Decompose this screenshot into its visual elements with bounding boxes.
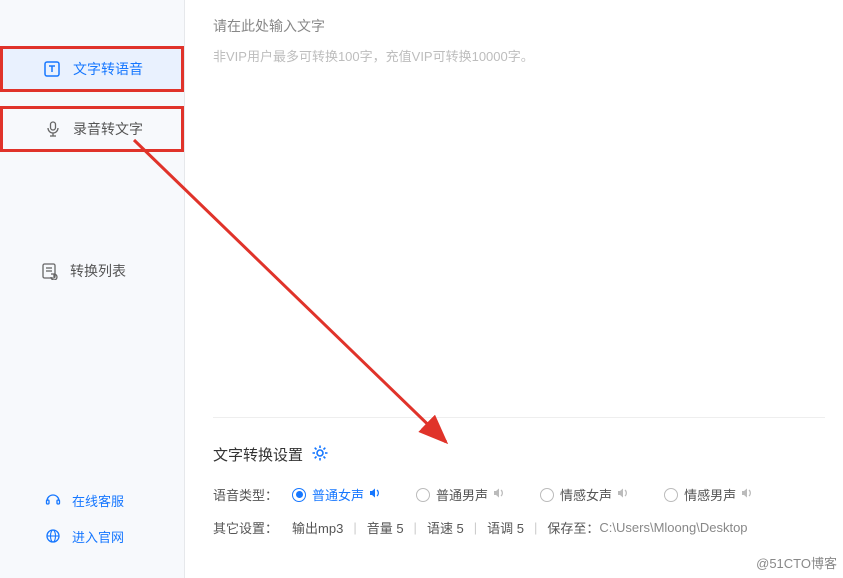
globe-icon xyxy=(44,528,62,544)
speaker-icon[interactable] xyxy=(740,486,754,503)
sidebar-item-label: 文字转语音 xyxy=(73,59,143,79)
sidebar-item-tts[interactable]: 文字转语音 xyxy=(0,46,184,92)
radio-icon xyxy=(540,488,554,502)
settings-title: 文字转换设置 xyxy=(213,444,303,465)
sidebar-support-link[interactable]: 在线客服 xyxy=(0,482,184,518)
voice-option-label: 普通男声 xyxy=(436,485,488,504)
sidebar-bottom: 在线客服 进入官网 xyxy=(0,482,184,554)
other-settings-row: 其它设置： 输出mp3 | 音量 5 | 语速 5 | 语调 5 | 保存至： … xyxy=(213,518,825,537)
voice-option-normal-female[interactable]: 普通女声 xyxy=(292,485,382,504)
voice-option-normal-male[interactable]: 普通男声 xyxy=(416,485,506,504)
text-input-area[interactable]: 请在此处输入文字 非VIP用户最多可转换100字，充值VIP可转换10000字。 xyxy=(213,14,825,418)
sidebar-item-list[interactable]: 转换列表 xyxy=(0,248,184,294)
settings-title-row: 文字转换设置 xyxy=(213,444,825,465)
gear-icon[interactable] xyxy=(311,444,329,465)
voice-option-emotion-female[interactable]: 情感女声 xyxy=(540,485,630,504)
volume-setting[interactable]: 音量 5 xyxy=(367,518,404,537)
voice-option-emotion-male[interactable]: 情感男声 xyxy=(664,485,754,504)
output-format[interactable]: 输出mp3 xyxy=(292,518,343,537)
input-hint: 非VIP用户最多可转换100字，充值VIP可转换10000字。 xyxy=(213,46,825,65)
input-placeholder: 请在此处输入文字 xyxy=(213,16,825,36)
sidebar-item-stt[interactable]: 录音转文字 xyxy=(0,106,184,152)
sidebar-item-label: 转换列表 xyxy=(70,261,126,281)
speaker-icon[interactable] xyxy=(492,486,506,503)
convert-list-icon xyxy=(40,261,60,281)
radio-icon xyxy=(292,488,306,502)
divider: | xyxy=(353,520,356,535)
sidebar-item-label: 录音转文字 xyxy=(73,119,143,139)
save-label: 保存至： xyxy=(547,518,599,537)
sidebar-website-link[interactable]: 进入官网 xyxy=(0,518,184,554)
sidebar: 文字转语音 录音转文字 转换列表 在线客服 进入官网 xyxy=(0,0,185,578)
voice-option-label: 情感男声 xyxy=(684,485,736,504)
voice-type-label: 语音类型： xyxy=(213,485,278,504)
text-to-speech-icon xyxy=(43,59,63,79)
speaker-icon[interactable] xyxy=(616,486,630,503)
watermark: @51CTO博客 xyxy=(756,553,837,572)
voice-option-label: 普通女声 xyxy=(312,485,364,504)
settings-panel: 文字转换设置 语音类型： 普通女声 普通男声 xyxy=(213,418,825,537)
voice-type-row: 语音类型： 普通女声 普通男声 情感女声 xyxy=(213,485,825,504)
speaker-icon[interactable] xyxy=(368,486,382,503)
radio-icon xyxy=(416,488,430,502)
speech-to-text-icon xyxy=(43,119,63,139)
sidebar-spacer xyxy=(0,166,184,248)
divider: | xyxy=(474,520,477,535)
speed-setting[interactable]: 语速 5 xyxy=(427,518,464,537)
save-path[interactable]: C:\Users\Mloong\Desktop xyxy=(599,520,747,535)
support-icon xyxy=(44,492,62,508)
sidebar-top: 文字转语音 录音转文字 转换列表 xyxy=(0,0,184,294)
main-panel: 请在此处输入文字 非VIP用户最多可转换100字，充值VIP可转换10000字。… xyxy=(185,0,843,578)
divider: | xyxy=(414,520,417,535)
other-settings-label: 其它设置： xyxy=(213,518,278,537)
pitch-setting[interactable]: 语调 5 xyxy=(487,518,524,537)
sidebar-link-label: 在线客服 xyxy=(72,491,124,510)
sidebar-link-label: 进入官网 xyxy=(72,527,124,546)
voice-option-label: 情感女声 xyxy=(560,485,612,504)
divider: | xyxy=(534,520,537,535)
radio-icon xyxy=(664,488,678,502)
